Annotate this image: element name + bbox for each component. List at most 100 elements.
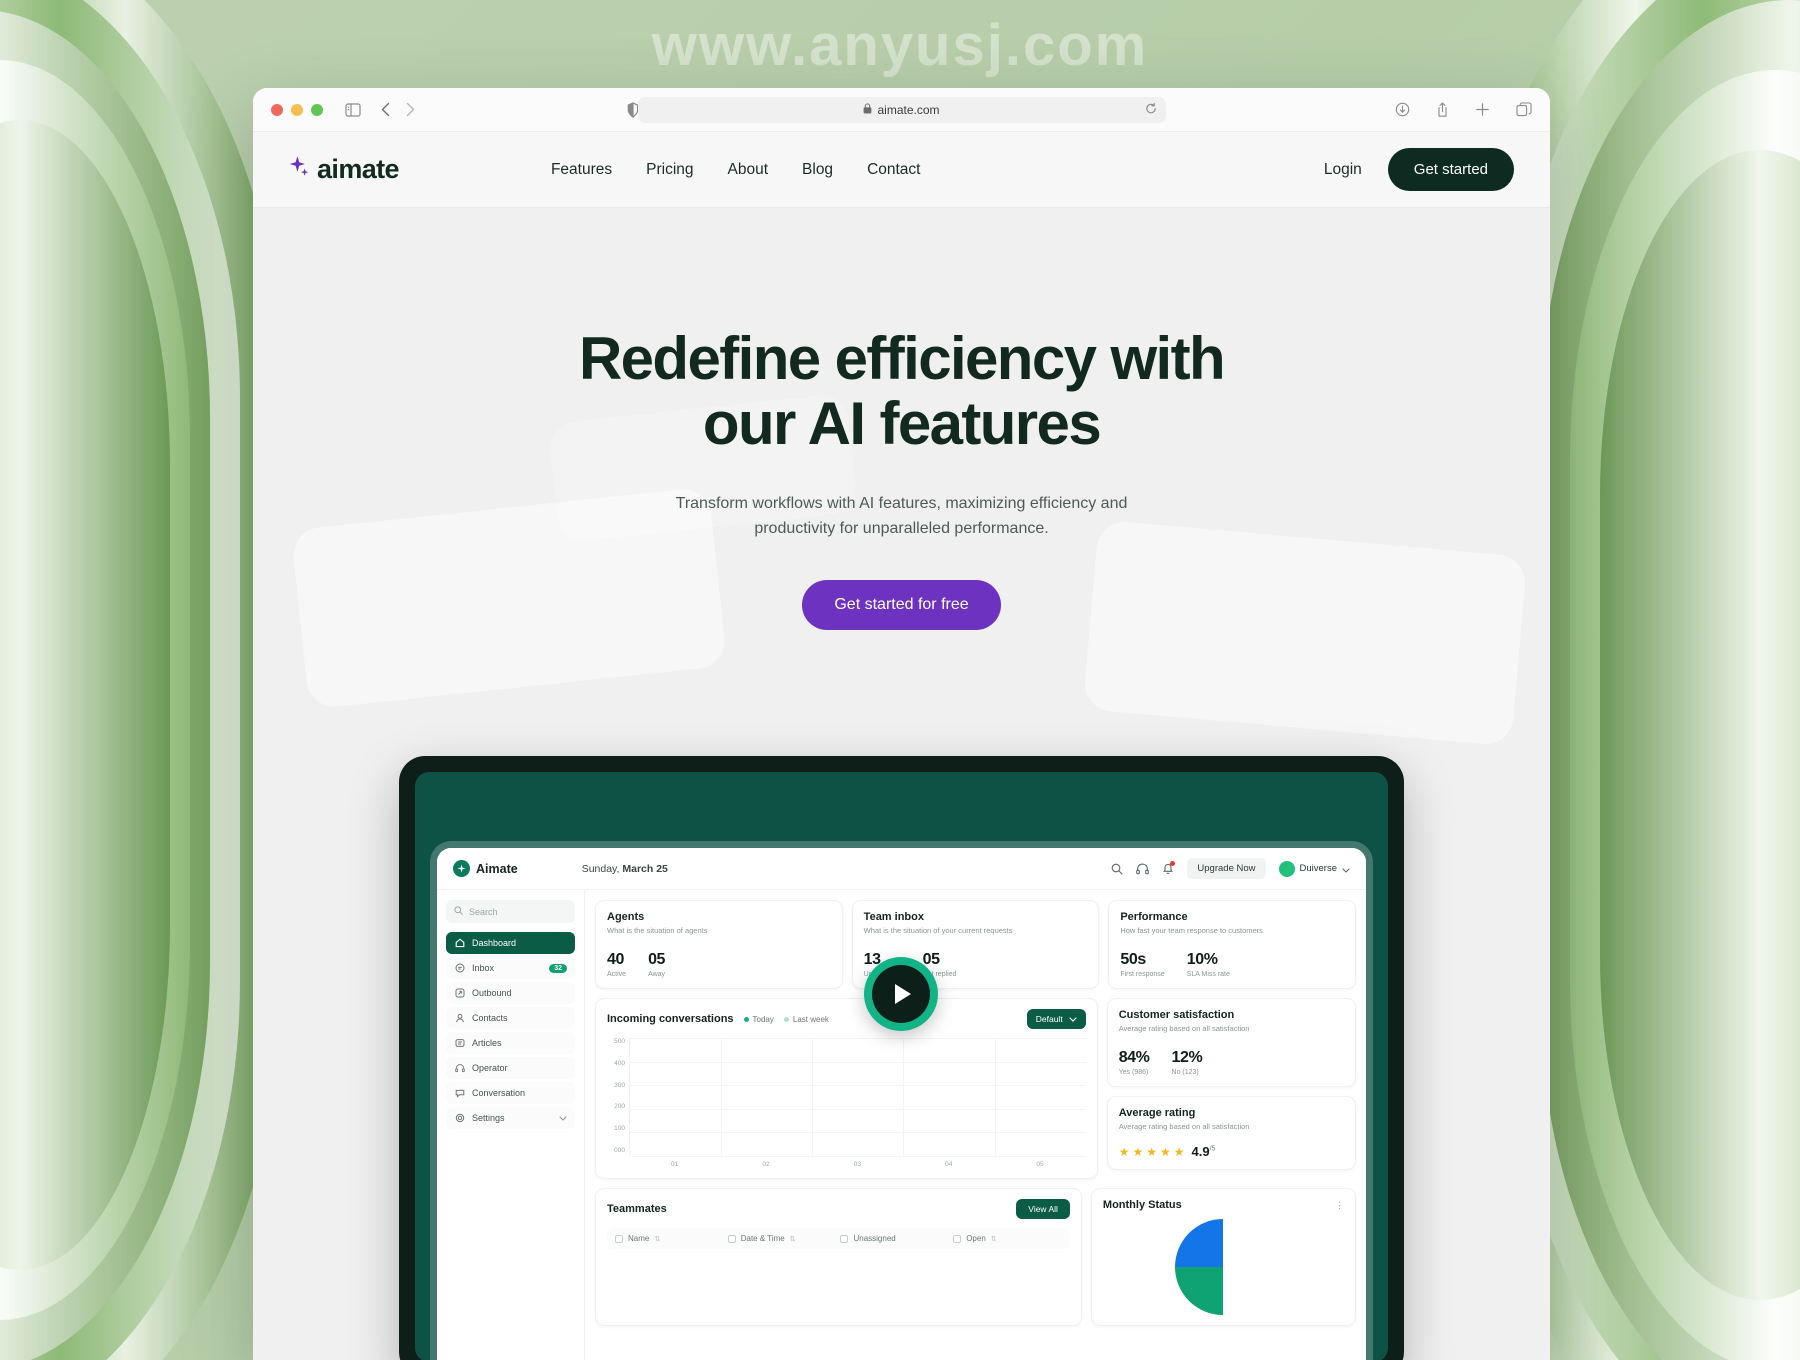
hero-subtitle: Transform workflows with AI features, ma… xyxy=(675,494,1128,538)
card-title: Teammates xyxy=(607,1203,667,1215)
card-title: Average rating xyxy=(1118,1107,1196,1119)
view-all-button[interactable]: View All xyxy=(1016,1199,1070,1219)
home-icon xyxy=(454,938,465,949)
sidebar-item-conversation[interactable]: Conversation xyxy=(446,1082,575,1104)
headset-icon[interactable] xyxy=(1136,863,1150,875)
search-icon[interactable] xyxy=(1111,863,1123,875)
x-tick: 01 xyxy=(671,1161,679,1168)
stat-label: Active xyxy=(607,971,627,978)
upgrade-now-button[interactable]: Upgrade Now xyxy=(1187,858,1266,879)
sort-icon[interactable]: ⇅ xyxy=(790,1235,796,1243)
table-column-open[interactable]: Open ⇅ xyxy=(953,1234,1062,1243)
sidebar-item-label: Operator xyxy=(472,1063,508,1073)
tabs-overview-icon[interactable] xyxy=(1516,102,1532,117)
sidebar-item-label: Dashboard xyxy=(472,938,517,948)
dashboard-brand: Aimate xyxy=(453,860,518,877)
sort-icon[interactable]: ⇅ xyxy=(654,1235,660,1243)
chart-plot: 500 400 300 200 100 000 xyxy=(607,1038,1086,1157)
sidebar-toggle-icon[interactable] xyxy=(345,102,361,117)
sidebar-item-settings[interactable]: Settings xyxy=(446,1107,575,1129)
close-window-button[interactable] xyxy=(271,103,283,116)
primary-nav: Features Pricing About Blog Contact xyxy=(551,161,921,179)
sidebar-item-label: Settings xyxy=(472,1113,505,1123)
stat-item: 10% SLA Miss rate xyxy=(1187,951,1230,978)
lock-icon xyxy=(863,102,872,117)
browser-toolbar: aimate.com xyxy=(253,88,1550,132)
user-menu[interactable]: Duiverse xyxy=(1278,860,1351,878)
donut-chart xyxy=(1175,1219,1272,1315)
checkbox[interactable] xyxy=(615,1234,623,1243)
monthly-status-chart xyxy=(1103,1219,1344,1315)
stat-values: 84% Yes (986) 12% No (123) xyxy=(1119,1049,1344,1076)
nav-link-features[interactable]: Features xyxy=(551,161,612,179)
reload-icon[interactable] xyxy=(1145,102,1157,117)
chart-range-select[interactable]: Default xyxy=(1026,1009,1086,1029)
y-tick: 300 xyxy=(614,1081,625,1089)
share-icon[interactable] xyxy=(1436,101,1449,118)
play-video-button[interactable] xyxy=(864,957,938,1031)
card-subtitle: Average rating based on all satisfaction xyxy=(1118,1122,1250,1131)
column-label: Date & Time xyxy=(740,1234,785,1243)
rating-value-group: 4.9/5 xyxy=(1192,1144,1216,1159)
card-title: Team inbox xyxy=(863,911,924,923)
sidebar-search-input[interactable]: Search xyxy=(446,900,575,923)
sidebar-item-contacts[interactable]: Contacts xyxy=(446,1007,575,1029)
table-column-date-time[interactable]: Date & Time ⇅ xyxy=(727,1234,837,1243)
nav-actions: Login Get started xyxy=(1324,148,1514,191)
table-column-unassigned[interactable]: Unassigned xyxy=(840,1234,949,1243)
bell-icon[interactable] xyxy=(1162,861,1176,875)
headset-icon xyxy=(454,1063,465,1074)
card-subtitle: Average rating based on all satisfaction xyxy=(1118,1024,1250,1033)
sidebar-item-dashboard[interactable]: Dashboard xyxy=(446,932,575,954)
table-column-name[interactable]: Name ⇅ xyxy=(615,1234,724,1243)
sidebar-item-inbox[interactable]: Inbox 32 xyxy=(446,957,575,979)
browser-toolbar-actions xyxy=(1395,101,1532,118)
page-title: Redefine efficiency with our AI features xyxy=(552,326,1252,457)
hero-title-line-1: Redefine efficiency with xyxy=(578,325,1226,392)
address-bar[interactable]: aimate.com xyxy=(637,96,1166,123)
card-title: Customer satisfaction xyxy=(1118,1009,1235,1021)
chevron-left-icon[interactable] xyxy=(381,102,390,117)
incoming-conversations-chart: Incoming conversations Today Last week D… xyxy=(595,957,1098,1179)
column-label: Name xyxy=(628,1234,650,1243)
monthly-status-header: Monthly Status ⋮ xyxy=(1103,1199,1344,1211)
checkbox[interactable] xyxy=(727,1234,736,1243)
plus-icon[interactable] xyxy=(1475,102,1490,117)
product-mockup-frame: Aimate Sunday, March 25 Upgrade Now Duiv… xyxy=(399,756,1404,1360)
checkbox[interactable] xyxy=(840,1234,849,1243)
stat-item: 12% No (123) xyxy=(1172,1049,1203,1076)
stat-cards-row: Agents What is the situation of agents 4… xyxy=(595,900,1357,989)
inbox-message-icon xyxy=(454,963,465,974)
sidebar-item-outbound[interactable]: Outbound xyxy=(446,982,575,1004)
nav-link-about[interactable]: About xyxy=(728,161,769,179)
dashboard-header-actions: Upgrade Now Duiverse xyxy=(1111,858,1350,879)
login-link[interactable]: Login xyxy=(1324,161,1362,179)
stat-label: No (123) xyxy=(1171,1069,1199,1076)
y-tick: 100 xyxy=(614,1125,625,1133)
nav-link-contact[interactable]: Contact xyxy=(867,161,920,179)
sidebar-item-label: Inbox xyxy=(472,963,495,973)
sidebar-item-label: Conversation xyxy=(472,1088,526,1098)
brand-logo[interactable]: aimate xyxy=(289,154,400,185)
sidebar-item-articles[interactable]: Articles xyxy=(446,1032,575,1054)
get-started-for-free-button[interactable]: Get started for free xyxy=(802,579,1001,630)
window-traffic-lights[interactable] xyxy=(271,103,323,116)
minimize-window-button[interactable] xyxy=(291,103,303,116)
rating-value: 4.9 xyxy=(1191,1144,1210,1159)
maximize-window-button[interactable] xyxy=(311,103,323,116)
brand-logo-text: aimate xyxy=(317,154,400,184)
nav-link-pricing[interactable]: Pricing xyxy=(646,161,693,179)
play-icon xyxy=(872,965,930,1023)
sort-icon[interactable]: ⇅ xyxy=(991,1235,997,1243)
checkbox[interactable] xyxy=(953,1234,962,1243)
dashboard-brand-text: Aimate xyxy=(476,861,518,876)
nav-link-blog[interactable]: Blog xyxy=(802,161,833,179)
get-started-button[interactable]: Get started xyxy=(1387,148,1514,191)
sidebar-item-operator[interactable]: Operator xyxy=(446,1057,575,1079)
download-icon[interactable] xyxy=(1395,102,1410,117)
chevron-right-icon[interactable] xyxy=(406,102,415,117)
x-tick: 04 xyxy=(945,1161,953,1168)
column-label: Open xyxy=(966,1234,986,1243)
stat-label: First response xyxy=(1120,971,1165,978)
more-vertical-icon[interactable]: ⋮ xyxy=(1335,1200,1344,1209)
